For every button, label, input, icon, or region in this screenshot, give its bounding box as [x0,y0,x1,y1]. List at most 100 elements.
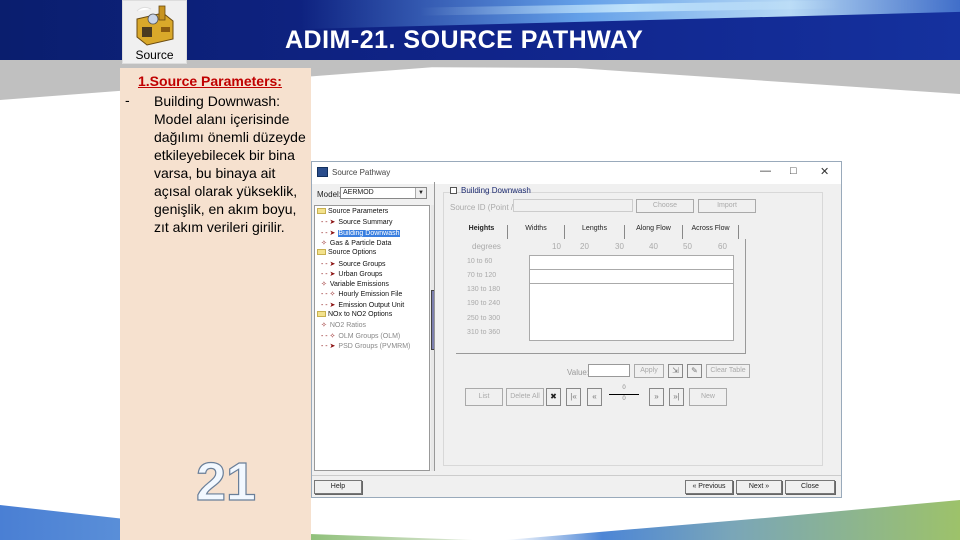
tree-arrow-icon: - - ➤ [321,301,336,309]
degree-col: 10 [552,242,561,251]
degree-col: 50 [683,242,692,251]
close-window-button[interactable]: ✕ [820,165,829,178]
tree-item[interactable]: - - ➤ Building Downwash [321,229,400,237]
tree-item[interactable]: - - ➤ Source Summary [321,218,393,226]
tree-folder[interactable]: Source Parameters [317,208,388,215]
delete-all-button[interactable]: Delete All [506,388,544,406]
minimize-button[interactable]: — [760,165,771,177]
tree-folder[interactable]: NOx to NO2 Options [317,311,392,318]
tree-folder[interactable]: Source Options [317,249,376,256]
folder-icon [317,249,326,256]
grid-row-line [530,283,733,284]
tab-widths[interactable]: Widths [508,225,565,239]
apply-button[interactable]: Apply [634,364,664,378]
maximize-button[interactable]: □ [790,165,797,177]
tree-item-label: Urban Groups [338,270,383,278]
help-button[interactable]: Help [314,480,362,494]
chevron-down-icon[interactable]: ▼ [415,188,426,198]
tab-lengths[interactable]: Lengths [565,225,625,239]
tree-item[interactable]: ✧ Gas & Particle Data [321,239,391,247]
notes-bullet: - [125,92,130,108]
tree-item[interactable]: - - ➤ Emission Output Unit [321,301,404,309]
tree-item[interactable]: - - ✧ Hourly Emission File [321,290,402,298]
slide-title: ADIM-21. SOURCE PATHWAY [285,26,644,54]
tree-item-label: Source Options [328,249,377,257]
last-record-icon[interactable]: »| [669,388,684,406]
tree-item-label: Source Summary [338,219,393,227]
model-select[interactable]: AERMOD ▼ [340,187,427,199]
source-id-field[interactable] [513,199,633,212]
edit-icon[interactable]: ✎ [687,364,702,378]
previous-button[interactable]: « Previous [685,480,733,494]
tree-arrow-icon: - - ➤ [321,342,336,350]
folder-icon [317,208,326,215]
tab-heights[interactable]: Heights [456,225,508,239]
degree-col: 30 [615,242,624,251]
tree-item-label: Variable Emissions [329,281,389,289]
list-button[interactable]: List [465,388,503,406]
tab-along-flow[interactable]: Along Flow [625,225,683,239]
tree-item-label: Gas & Particle Data [329,239,392,247]
previous-label: Previous [698,483,726,490]
tree-item-label: NO2 Ratios [329,322,367,330]
building-downwash-label: Building Downwash [461,186,531,195]
tree-item-label: Hourly Emission File [338,291,403,299]
next-arrow-icon: » [763,483,770,490]
tree-item[interactable]: - - ✧ OLM Groups (OLM) [321,332,400,340]
tree-arrow-icon: - - ➤ [321,229,336,237]
tree-item[interactable]: ✧ Variable Emissions [321,280,389,288]
value-input[interactable] [588,364,630,377]
clear-table-button[interactable]: Clear Table [706,364,750,378]
previous-record-icon[interactable]: « [587,388,602,406]
tree-item[interactable]: - - ➤ Source Groups [321,260,386,268]
dialog-titlebar[interactable]: Source Pathway — □ ✕ [312,162,841,184]
record-current: 0 [622,385,626,391]
degree-col: 60 [718,242,727,251]
data-grid[interactable] [529,255,734,341]
tree-item[interactable]: - - ➤ PSD Groups (PVMRM) [321,342,410,350]
tree-arrow-icon: - - ➤ [321,270,336,278]
tree-arrow-icon: ✧ [321,322,327,330]
new-button[interactable]: New [689,388,727,406]
tree-arrow-icon: ✧ [321,281,327,289]
value-label: Value: [567,368,590,377]
model-value: AERMOD [343,189,374,196]
slide-number: 21 [195,451,257,512]
bottom-left-decoration [0,505,125,540]
tree-arrow-icon: - - ✧ [321,332,336,340]
first-record-icon[interactable]: |« [566,388,581,406]
next-record-icon[interactable]: » [649,388,664,406]
model-label: Model: [317,190,342,199]
tree-arrow-icon: - - ➤ [321,260,336,268]
degree-col: 20 [580,242,589,251]
tab-across-flow[interactable]: Across Flow [683,225,739,239]
row-range: 250 to 300 [467,315,501,322]
source-pathway-dialog: Source Pathway — □ ✕ Model: AERMOD ▼ Sou… [311,161,842,498]
tree-item[interactable]: ✧ NO2 Ratios [321,321,366,329]
notes-heading: 1.Source Parameters: [138,73,282,89]
degree-col: 40 [649,242,658,251]
row-range: 10 to 60 [467,258,493,265]
degrees-label: degrees [472,242,501,251]
building-downwash-checkbox[interactable] [450,187,457,194]
row-range: 70 to 120 [467,272,497,279]
source-icon-label: Source [135,48,174,62]
tree-item-label: OLM Groups (OLM) [338,332,401,340]
folder-icon [317,311,326,318]
row-range: 310 to 360 [467,329,501,336]
import-button[interactable]: Import [698,199,756,213]
tree-item[interactable]: - - ➤ Urban Groups [321,270,382,278]
choose-button[interactable]: Choose [636,199,694,213]
navigation-tree: Source Parameters - - ➤ Source Summary - - … [314,205,430,471]
grid-row-line [530,269,733,270]
tree-item-label: NOx to NO2 Options [328,311,393,318]
select-cells-icon[interactable]: ⇲ [668,364,683,378]
dialog-title: Source Pathway [332,168,391,177]
app-icon [317,167,328,177]
next-button[interactable]: Next » [736,480,782,494]
counter-divider [609,394,639,395]
tree-arrow-icon: - - ✧ [321,291,336,299]
source-module-icon: Source [122,0,187,64]
close-button[interactable]: Close [785,480,835,494]
delete-icon[interactable]: ✖ [546,388,561,406]
